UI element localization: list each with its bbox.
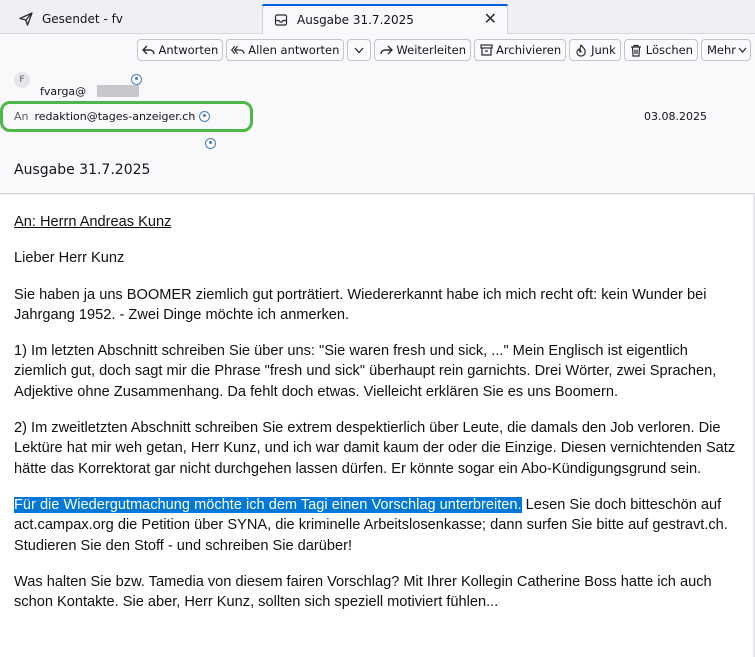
paragraph-5: Was halten Sie bzw. Tamedia von diesem f… (14, 573, 712, 611)
trash-icon (629, 43, 643, 57)
delete-button[interactable]: Löschen (623, 39, 698, 61)
add-contact-icon[interactable] (131, 74, 142, 85)
highlight-ring (0, 101, 253, 132)
reply-label: Antworten (158, 43, 219, 57)
message-date: 03.08.2025 (644, 110, 707, 123)
message-subject: Ausgabe 31.7.2025 (14, 162, 151, 178)
archive-label: Archivieren (496, 43, 562, 57)
delete-label: Löschen (645, 43, 693, 57)
junk-button[interactable]: Junk (569, 39, 621, 61)
message-body[interactable]: An: Herrn Andreas Kunz Lieber Herr Kunz … (0, 195, 755, 657)
selected-text: Für die Wiedergutmachung möchte ich dem … (14, 496, 522, 513)
reply-all-label: Allen antworten (248, 43, 340, 57)
more-button[interactable]: Mehr (700, 39, 751, 61)
redacted-block (97, 85, 139, 97)
close-icon[interactable]: ✕ (484, 11, 497, 27)
paragraph-1: Sie haben ja uns BOOMER ziemlich gut por… (14, 286, 707, 323)
more-label: Mehr (706, 43, 736, 57)
paragraph-2: 1) Im letzten Abschnitt schreiben Sie üb… (14, 343, 717, 400)
message-toolbar: Antworten Allen antworten Weiterleiten A… (136, 39, 751, 63)
greeting: Lieber Herr Kunz (14, 250, 125, 267)
chevron-down-icon (738, 45, 747, 56)
forward-icon (379, 43, 393, 57)
archive-button[interactable]: Archivieren (474, 39, 567, 61)
forward-label: Weiterleiten (396, 43, 467, 57)
add-contact-icon[interactable] (205, 138, 216, 149)
message-icon (273, 12, 289, 28)
tab-label: Ausgabe 31.7.2025 (297, 12, 414, 27)
junk-flame-icon (574, 43, 588, 57)
addressee-line: An: Herrn Andreas Kunz (14, 214, 172, 230)
avatar: F (14, 72, 30, 88)
forward-button[interactable]: Weiterleiten (374, 39, 472, 61)
paragraph-4: Für die Wiedergutmachung möchte ich dem … (14, 495, 741, 556)
tab-message[interactable]: Ausgabe 31.7.2025 ✕ (262, 4, 508, 34)
from-address[interactable]: fvarga@ (40, 85, 86, 98)
message-header: Antworten Allen antworten Weiterleiten A… (0, 34, 755, 194)
tab-sent-folder[interactable]: Gesendet - fv (8, 4, 258, 34)
tab-bar: Gesendet - fv Ausgabe 31.7.2025 ✕ (0, 0, 755, 34)
chevron-down-icon (352, 43, 366, 57)
archive-icon (479, 43, 493, 57)
reply-all-icon (231, 43, 245, 57)
paper-plane-icon (18, 11, 34, 27)
tab-label: Gesendet - fv (42, 12, 123, 26)
junk-label: Junk (591, 43, 616, 57)
reply-icon (142, 43, 156, 57)
reply-all-button[interactable]: Allen antworten (226, 39, 345, 61)
reply-button[interactable]: Antworten (136, 39, 224, 61)
paragraph-3: 2) Im zweitletzten Abschnitt schreiben S… (14, 420, 736, 477)
reply-dropdown-button[interactable] (347, 39, 372, 61)
